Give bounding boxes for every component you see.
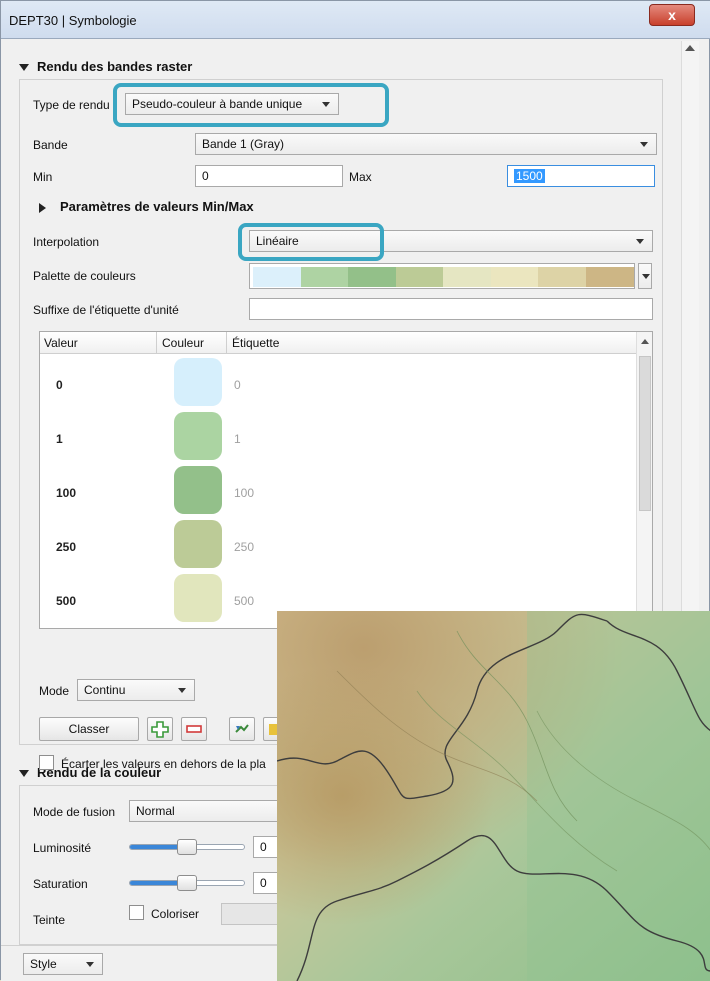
table-row-value[interactable]: 250 (56, 540, 76, 554)
collapse-arrow-icon (19, 64, 29, 72)
band-combo[interactable]: Bande 1 (Gray) (195, 133, 657, 155)
column-separator (226, 332, 227, 354)
expand-arrow-icon (39, 202, 46, 213)
unit-suffix-label: Suffixe de l'étiquette d'unité (33, 303, 179, 317)
reverse-order-button[interactable] (229, 717, 255, 741)
symbology-dialog: DEPT30 | Symbologie x Rendu des bandes r… (0, 0, 710, 981)
max-input[interactable]: 1500 (507, 165, 655, 187)
color-ramp-stop (348, 267, 396, 287)
color-ramp-stop (490, 267, 539, 287)
blend-mode-label: Mode de fusion (33, 805, 116, 819)
table-row-value[interactable]: 0 (56, 378, 63, 392)
table-row-color-swatch[interactable] (174, 520, 222, 568)
table-row-label[interactable]: 500 (234, 594, 254, 608)
mode-label: Mode (39, 684, 70, 698)
color-ramp-stop (585, 267, 634, 287)
table-header: Valeur Couleur Étiquette (40, 332, 636, 354)
table-row-color-swatch[interactable] (174, 574, 222, 622)
highlight-render-type (113, 83, 389, 127)
saturation-slider-handle[interactable] (177, 875, 197, 891)
table-row-value[interactable]: 500 (56, 594, 76, 608)
interpolation-label: Interpolation (33, 235, 100, 249)
saturation-label: Saturation (33, 877, 88, 891)
colorize-checkbox[interactable] (129, 905, 144, 920)
terrain-map-image (277, 611, 710, 981)
column-separator (156, 332, 157, 354)
color-ramp-stop (395, 267, 444, 287)
color-ramp-stop (538, 267, 586, 287)
table-row-color-swatch[interactable] (174, 466, 222, 514)
window-title: DEPT30 | Symbologie (9, 13, 137, 28)
band-rendering-header[interactable]: Rendu des bandes raster (19, 59, 192, 74)
minus-icon (186, 725, 202, 733)
hue-label: Teinte (33, 913, 66, 927)
remove-class-button[interactable] (181, 717, 207, 741)
table-row-label[interactable]: 0 (234, 378, 241, 392)
title-bar: DEPT30 | Symbologie x (1, 1, 710, 39)
max-value: 1500 (514, 169, 545, 183)
table-row-value[interactable]: 1 (56, 432, 63, 446)
band-value: Bande 1 (Gray) (202, 137, 285, 151)
table-row-color-swatch[interactable] (174, 412, 222, 460)
column-header-value[interactable]: Valeur (44, 336, 78, 350)
color-ramp-dropdown-button[interactable] (638, 263, 652, 289)
mode-combo[interactable]: Continu (77, 679, 195, 701)
table-row-color-swatch[interactable] (174, 358, 222, 406)
render-type-label: Type de rendu (33, 98, 110, 112)
min-input[interactable]: 0 (195, 165, 343, 187)
scroll-up-icon (641, 339, 649, 344)
scroll-up-icon (685, 45, 695, 51)
collapse-arrow-icon (19, 770, 29, 778)
blend-mode-value: Normal (136, 804, 175, 818)
colorize-label: Coloriser (151, 907, 200, 921)
scrollbar-thumb[interactable] (639, 356, 651, 511)
minmax-params-header[interactable]: Paramètres de valeurs Min/Max (39, 199, 254, 214)
chevron-down-icon (642, 274, 650, 279)
discard-values-label: Écarter les valeurs en dehors de la pla (61, 757, 266, 771)
palette-label: Palette de couleurs (33, 269, 136, 283)
plus-icon (151, 721, 169, 738)
brightness-slider-handle[interactable] (177, 839, 197, 855)
style-button-label: Style (30, 957, 57, 971)
color-ramp-preview[interactable] (249, 263, 635, 289)
discard-values-checkbox[interactable] (39, 755, 54, 770)
unit-suffix-input[interactable] (249, 298, 653, 320)
chevron-down-icon (86, 962, 94, 967)
table-row-label[interactable]: 250 (234, 540, 254, 554)
style-menu-button[interactable]: Style (23, 953, 103, 975)
add-class-button[interactable] (147, 717, 173, 741)
column-header-color[interactable]: Couleur (162, 336, 204, 350)
terrain-map-overlay (277, 611, 710, 981)
chevron-down-icon (640, 142, 648, 147)
table-scrollbar[interactable] (636, 332, 652, 628)
table-row-label[interactable]: 1 (234, 432, 241, 446)
blend-mode-combo[interactable]: Normal (129, 800, 289, 822)
minmax-params-title: Paramètres de valeurs Min/Max (60, 199, 254, 214)
table-row-value[interactable]: 100 (56, 486, 76, 500)
chevron-down-icon (636, 239, 644, 244)
max-label: Max (349, 170, 372, 184)
chevron-down-icon (178, 688, 186, 693)
color-ramp-stop (253, 267, 301, 287)
highlight-interpolation (238, 223, 384, 261)
band-label: Bande (33, 138, 68, 152)
band-rendering-title: Rendu des bandes raster (37, 59, 193, 74)
classify-button[interactable]: Classer (39, 717, 139, 741)
color-ramp-stop (443, 267, 491, 287)
brightness-label: Luminosité (33, 841, 92, 855)
close-button[interactable]: x (649, 4, 695, 26)
colorize-color-button[interactable] (221, 903, 281, 925)
reverse-icon (235, 724, 249, 733)
mode-value: Continu (84, 683, 126, 697)
min-label: Min (33, 170, 53, 184)
color-classes-table: Valeur Couleur Étiquette 0 0 1 1 100 100 250 25… (39, 331, 653, 629)
column-header-label[interactable]: Étiquette (232, 336, 279, 350)
table-row-label[interactable]: 100 (234, 486, 254, 500)
color-ramp-stop (300, 267, 349, 287)
